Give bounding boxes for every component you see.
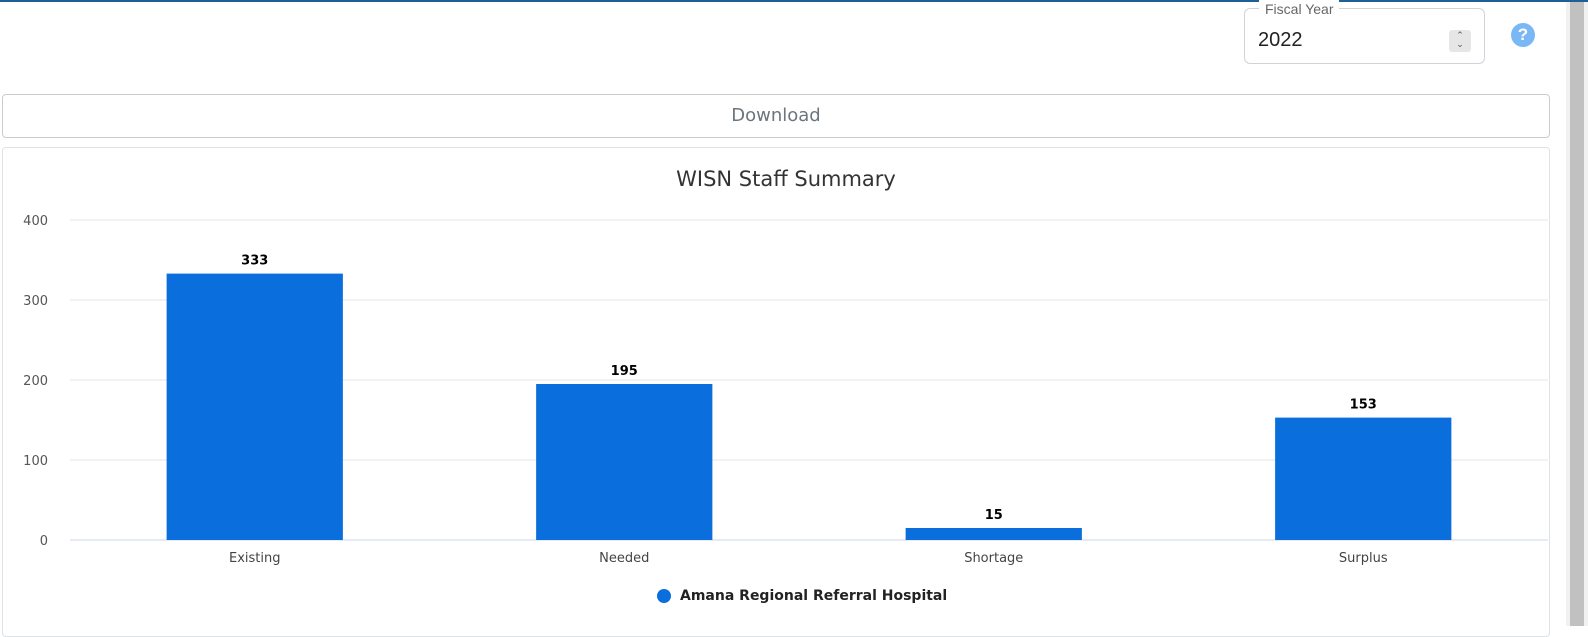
data-label: 195 [611, 364, 638, 379]
legend-item[interactable]: Amana Regional Referral Hospital [657, 586, 947, 606]
legend-marker [657, 589, 671, 603]
bar-shortage [905, 528, 1082, 540]
x-tick-label: Existing [229, 551, 281, 566]
bar-needed [536, 384, 713, 540]
x-tick-label: Shortage [964, 551, 1023, 566]
y-tick-label: 0 [40, 534, 48, 549]
bar-chart: WISN Staff Summary 0 100 200 300 400 333 Existi… [23, 167, 1548, 566]
bar-existing [166, 273, 343, 540]
y-tick-label: 400 [23, 214, 48, 229]
chart-title: WISN Staff Summary [676, 167, 896, 191]
y-tick-label: 300 [23, 294, 48, 309]
legend-label: Amana Regional Referral Hospital [680, 588, 948, 604]
y-tick-label: 100 [23, 454, 48, 469]
data-label: 15 [985, 508, 1003, 523]
y-tick-label: 200 [23, 374, 48, 389]
data-label: 153 [1350, 398, 1377, 413]
bar-surplus [1275, 417, 1452, 540]
data-label: 333 [241, 254, 268, 269]
x-tick-label: Needed [599, 551, 649, 566]
x-tick-label: Surplus [1339, 551, 1388, 566]
